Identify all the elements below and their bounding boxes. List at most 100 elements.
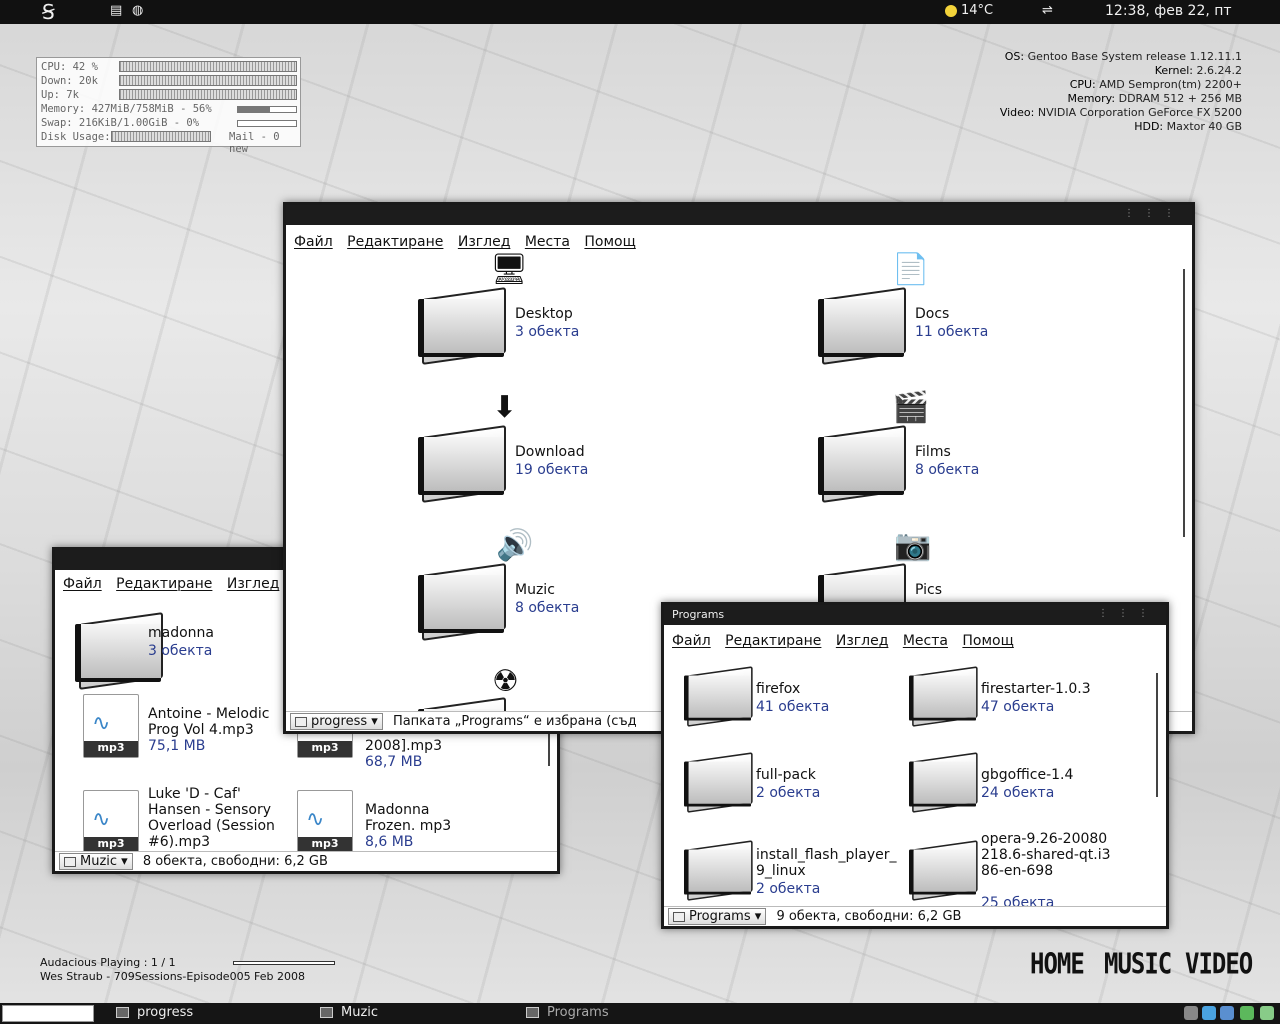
network-tray-icon[interactable] xyxy=(1202,1006,1216,1020)
folder-small-icon xyxy=(526,1007,539,1018)
task-muzic[interactable]: Muzic xyxy=(320,1005,378,1020)
window-controls[interactable]: ⋮⋮⋮ xyxy=(1124,208,1184,219)
item-size: 8,6 MB xyxy=(365,834,414,850)
folder-name[interactable]: Docs xyxy=(915,306,949,322)
folder-icon[interactable] xyxy=(684,837,753,901)
menu-view[interactable]: Изглед xyxy=(458,234,511,250)
window-controls[interactable]: ⋮⋮⋮ xyxy=(1098,608,1158,619)
folder-name[interactable]: Films xyxy=(915,444,951,460)
kernel-label: Kernel: xyxy=(1154,64,1194,77)
item-name[interactable]: 2008].mp3 xyxy=(365,738,442,754)
folder-name[interactable]: firestarter-1.0.3 xyxy=(981,681,1091,697)
folder-name[interactable]: gbgoffice-1.4 xyxy=(981,767,1073,783)
folder-name[interactable]: install_flash_player_ 9_linux xyxy=(756,847,896,879)
films-clapper-icon: 🎬 xyxy=(892,390,930,425)
muzic-statusbar: Muzic ▾ 8 обекта, свободни: 6,2 GB xyxy=(55,851,557,871)
folder-count: 2 обекта xyxy=(756,881,821,897)
cpu-label: CPU: xyxy=(1069,78,1096,91)
status-text: Папката „Programs“ е избрана (съд xyxy=(392,714,637,729)
item-name[interactable]: Antoine - Melodic Prog Vol 4.mp3 xyxy=(148,706,278,738)
folder-icon[interactable] xyxy=(909,837,978,901)
launcher-terminal-icon[interactable]: ▤ xyxy=(110,3,122,18)
item-size: 75,1 MB xyxy=(148,738,206,754)
progress-titlebar[interactable]: ⋮⋮⋮ xyxy=(286,205,1192,225)
menu-help[interactable]: Помощ xyxy=(584,234,635,250)
scrollbar[interactable] xyxy=(548,730,550,766)
menu-help[interactable]: Помощ xyxy=(962,633,1013,649)
memory-value: DDRAM 512 + 256 MB xyxy=(1118,92,1242,105)
menu-edit[interactable]: Редактиране xyxy=(116,576,212,592)
status-text: 8 обекта, свободни: 6,2 GB xyxy=(142,854,328,869)
menu-places[interactable]: Места xyxy=(525,234,570,250)
folder-name[interactable]: Desktop xyxy=(515,306,573,322)
mp3-file-icon[interactable]: ∿mp3 xyxy=(83,790,139,854)
chat-tray-icon[interactable] xyxy=(1260,1006,1274,1020)
menu-edit[interactable]: Редактиране xyxy=(347,234,443,250)
update-tray-icon[interactable] xyxy=(1240,1006,1254,1020)
weather-temperature[interactable]: 14°C xyxy=(961,3,993,18)
taskbar: progress Muzic Programs xyxy=(0,1003,1280,1024)
lock-tray-icon[interactable] xyxy=(1184,1006,1198,1020)
programs-menubar: Файл Редактиране Изглед Места Помощ xyxy=(664,625,1166,655)
launcher-browser-icon[interactable]: ◍ xyxy=(132,3,143,18)
conky-memory: Memory: 427MiB/758MiB - 56% xyxy=(41,103,212,115)
item-name[interactable]: madonna xyxy=(148,625,214,641)
folder-icon[interactable] xyxy=(909,749,978,813)
weather-sun-icon[interactable] xyxy=(945,5,957,17)
location-combo[interactable]: progress ▾ xyxy=(290,713,383,730)
video-link[interactable]: VIDEO xyxy=(1185,947,1253,981)
conky-monitor: CPU: 42 % Down: 20k Up: 7k Memory: 427Mi… xyxy=(36,57,301,155)
folder-films-icon[interactable] xyxy=(818,421,906,503)
task-progress[interactable]: progress xyxy=(116,1005,193,1020)
menu-edit[interactable]: Редактиране xyxy=(725,633,821,649)
location-combo[interactable]: Muzic ▾ xyxy=(59,853,133,870)
folder-download-icon[interactable] xyxy=(418,421,506,503)
programs-window[interactable]: Programs ⋮⋮⋮ Файл Редактиране Изглед Мест… xyxy=(661,602,1169,929)
folder-name[interactable]: full-pack xyxy=(756,767,816,783)
clock[interactable]: 12:38, фев 22, пт xyxy=(1105,3,1232,19)
folder-docs-icon[interactable] xyxy=(818,283,906,365)
hdd-label: HDD: xyxy=(1134,120,1164,133)
scrollbar[interactable] xyxy=(1183,269,1185,537)
task-programs[interactable]: Programs xyxy=(526,1005,609,1020)
folder-icon[interactable] xyxy=(909,663,978,727)
memory-bar xyxy=(237,106,297,113)
menu-places[interactable]: Места xyxy=(903,633,948,649)
scrollbar[interactable] xyxy=(1156,673,1158,797)
location-combo[interactable]: Programs ▾ xyxy=(668,908,767,925)
conky-up: Up: 7k xyxy=(41,89,79,101)
folder-name[interactable]: Download xyxy=(515,444,585,460)
volume-tray-icon[interactable] xyxy=(1220,1006,1234,1020)
up-graph xyxy=(119,89,297,100)
menu-file[interactable]: Файл xyxy=(63,576,102,592)
folder-count: 47 обекта xyxy=(981,699,1055,715)
menu-file[interactable]: Файл xyxy=(294,234,333,250)
top-panel: Ꞩ ▤ ◍ 14°C ⇌ 12:38, фев 22, пт xyxy=(0,0,1280,24)
folder-desktop-icon[interactable] xyxy=(418,283,506,365)
home-link[interactable]: HOME xyxy=(1030,947,1085,981)
menu-view[interactable]: Изглед xyxy=(227,576,280,592)
menu-view[interactable]: Изглед xyxy=(836,633,889,649)
workspace-pager[interactable] xyxy=(2,1005,94,1022)
network-icon[interactable]: ⇌ xyxy=(1042,3,1053,18)
conky-disk: Disk Usage: xyxy=(41,131,111,143)
main-menu-icon[interactable]: Ꞩ xyxy=(42,0,55,24)
item-name[interactable]: Madonna Frozen. mp3 xyxy=(365,802,475,834)
folder-muzic-icon[interactable] xyxy=(418,559,506,641)
mp3-file-icon[interactable]: ∿mp3 xyxy=(297,790,353,854)
menu-file[interactable]: Файл xyxy=(672,633,711,649)
mp3-file-icon[interactable]: ∿mp3 xyxy=(83,694,139,758)
folder-small-icon xyxy=(64,856,76,867)
folder-name[interactable]: firefox xyxy=(756,681,800,697)
item-name[interactable]: Luke 'D - Caf' Hansen - Sensory Overload… xyxy=(148,786,278,850)
folder-icon[interactable] xyxy=(684,749,753,813)
os-value: Gentoo Base System release 1.12.11.1 xyxy=(1027,50,1242,63)
music-link[interactable]: MUSIC xyxy=(1104,947,1172,981)
folder-name[interactable]: Pics xyxy=(915,582,942,598)
folder-small-icon xyxy=(320,1007,333,1018)
folder-name[interactable]: opera-9.26-20080218.6-shared-qt.i386-en-… xyxy=(981,831,1111,879)
folder-name[interactable]: Muzic xyxy=(515,582,555,598)
folder-small-icon xyxy=(116,1007,129,1018)
folder-icon[interactable] xyxy=(684,663,753,727)
programs-titlebar[interactable]: Programs ⋮⋮⋮ xyxy=(664,605,1166,625)
